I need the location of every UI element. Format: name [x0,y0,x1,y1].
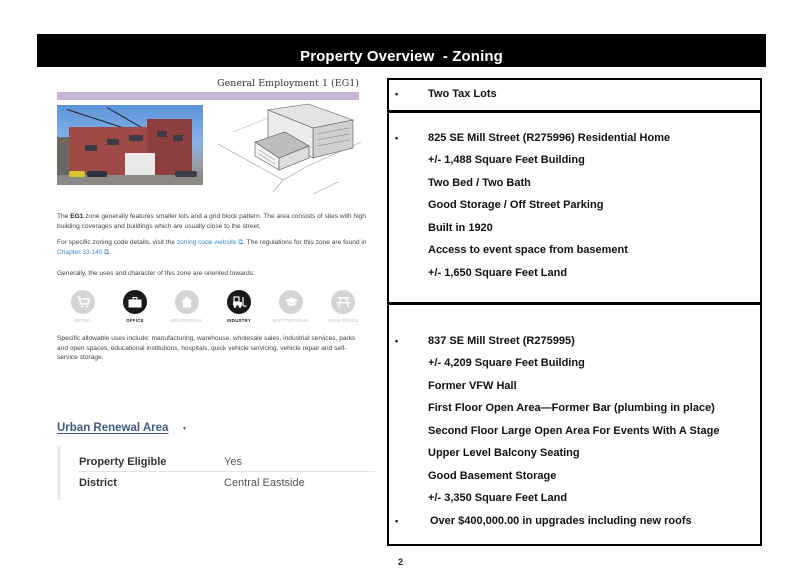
graduation-cap-icon [279,290,303,314]
list-item: +/- 1,488 Square Feet Building [389,152,760,168]
item-text: Good Basement Storage [428,470,557,482]
item-text: Upper Level Balcony Seating [428,447,580,459]
street [57,177,203,185]
use-open-space: OPEN SPACE [323,290,363,323]
urban-renewal-link[interactable]: Urban Renewal Area [57,422,168,434]
list-item: +/- 4,209 Square Feet Building [389,355,760,371]
bullet-icon: • [395,516,399,526]
zoning-details: For specific zoning code details, visit … [57,238,367,257]
window [129,135,143,141]
row-label: Property Eligible [79,455,167,468]
zone-description: The EG1 zone generally features smaller … [57,212,367,231]
row-value: Yes [224,455,242,468]
use-label: OFFICE [126,318,144,323]
zoning-code-website-link[interactable]: zoning code website [177,239,237,246]
item-text: 837 SE Mill Street (R275995) [428,335,575,347]
row-value: Central Eastside [224,477,305,489]
item-text: Over $400,000.00 in upgrades including n… [430,515,692,527]
item-text: Two Tax Lots [428,88,497,100]
list-item: Former VFW Hall [389,378,760,394]
building-photo [57,105,203,185]
briefcase-icon [123,290,147,314]
item-text: Two Bed / Two Bath [428,177,531,189]
item-text: Good Storage / Off Street Parking [428,199,604,211]
details-text: . [109,248,111,256]
row-label: District [79,477,117,489]
bullet-icon: • [395,133,399,143]
item-text: +/- 4,209 Square Feet Building [428,357,585,369]
item-text: Second Floor Large Open Area For Events … [428,425,720,437]
chapter-link[interactable]: Chapter 33.140 [57,249,102,256]
details-text: For specific zoning code details, visit … [57,239,177,246]
list-item: Good Storage / Off Street Parking [389,197,760,213]
list-item: Good Basement Storage [389,468,760,484]
details-text: . The regulations for this zone are foun… [243,239,367,246]
zoning-massing-sketch [217,103,362,194]
section-divider [389,302,760,305]
list-item: +/- 1,650 Square Feet Land [389,265,760,281]
item-text: Built in 1920 [428,222,493,234]
zone-uses: RETAIL OFFICE RESIDENTIAL INDUSTRY INSTI… [63,290,363,326]
window [157,131,167,137]
use-label: OPEN SPACE [327,318,359,323]
bullet-icon: • [395,89,399,99]
forklift-icon [227,290,251,314]
list-item: +/- 3,350 Square Feet Land [389,490,760,506]
list-item: • 825 SE Mill Street (R275996) Residenti… [389,130,760,146]
table-row: Property Eligible Yes [79,452,375,472]
zone-title: General Employment 1 (EG1) [217,78,359,89]
item-text: Former VFW Hall [428,380,517,392]
list-item: • 837 SE Mill Street (R275995) [389,333,760,349]
page-header: Property Overview - Zoning [37,34,766,67]
urban-renewal-table: Property Eligible Yes District Central E… [57,446,375,500]
list-item: Second Floor Large Open Area For Events … [389,423,760,439]
garage-door [125,153,155,175]
shopping-cart-icon [71,290,95,314]
item-text: +/- 1,650 Square Feet Land [428,267,568,279]
window [85,145,97,151]
list-item: Access to event space from basement [389,242,760,258]
oriented-text: Generally, the uses and character of thi… [57,270,255,277]
car [175,171,197,177]
table-row: District Central Eastside [79,473,375,493]
picnic-table-icon [331,290,355,314]
use-label: INSTITUTIONAL [272,318,310,323]
zone-color-bar [57,92,359,100]
allowable-uses: Specific allowable uses include: manufac… [57,335,356,361]
property-overview-box: • Two Tax Lots • 825 SE Mill Street (R27… [387,78,762,546]
zone-code: EG1 [70,213,84,220]
caret-icon[interactable]: ▾ [183,425,186,432]
item-text: +/- 3,350 Square Feet Land [428,492,568,504]
list-item: First Floor Open Area—Former Bar (plumbi… [389,400,760,416]
use-residential: RESIDENTIAL [167,290,207,323]
section-divider [389,110,760,113]
item-text: Access to event space from basement [428,244,628,256]
use-label: RETAIL [74,318,92,323]
description-text: The [57,213,71,220]
house-icon [175,290,199,314]
car [69,171,85,177]
item-text: First Floor Open Area—Former Bar (plumbi… [428,402,715,414]
window [173,135,183,141]
description-text: zone generally features smaller lots and… [57,213,366,230]
list-item: Two Bed / Two Bath [389,175,760,191]
use-label: RESIDENTIAL [171,318,203,323]
list-item: • Over $400,000.00 in upgrades including… [389,513,760,529]
use-industry: INDUSTRY [219,290,259,323]
list-item: Upper Level Balcony Seating [389,445,760,461]
bullet-icon: • [395,336,399,346]
use-institutional: INSTITUTIONAL [271,290,311,323]
use-retail: RETAIL [63,290,103,323]
list-item: Built in 1920 [389,220,760,236]
item-text: +/- 1,488 Square Feet Building [428,154,585,166]
list-item: • Two Tax Lots [389,86,760,102]
use-office: OFFICE [115,290,155,323]
item-text: 825 SE Mill Street (R275996) Residential… [428,132,671,144]
page-title: Property Overview - Zoning [300,48,503,65]
page-number: 2 [398,557,404,567]
window [107,139,119,145]
car [87,171,107,177]
use-label: INDUSTRY [226,318,252,323]
